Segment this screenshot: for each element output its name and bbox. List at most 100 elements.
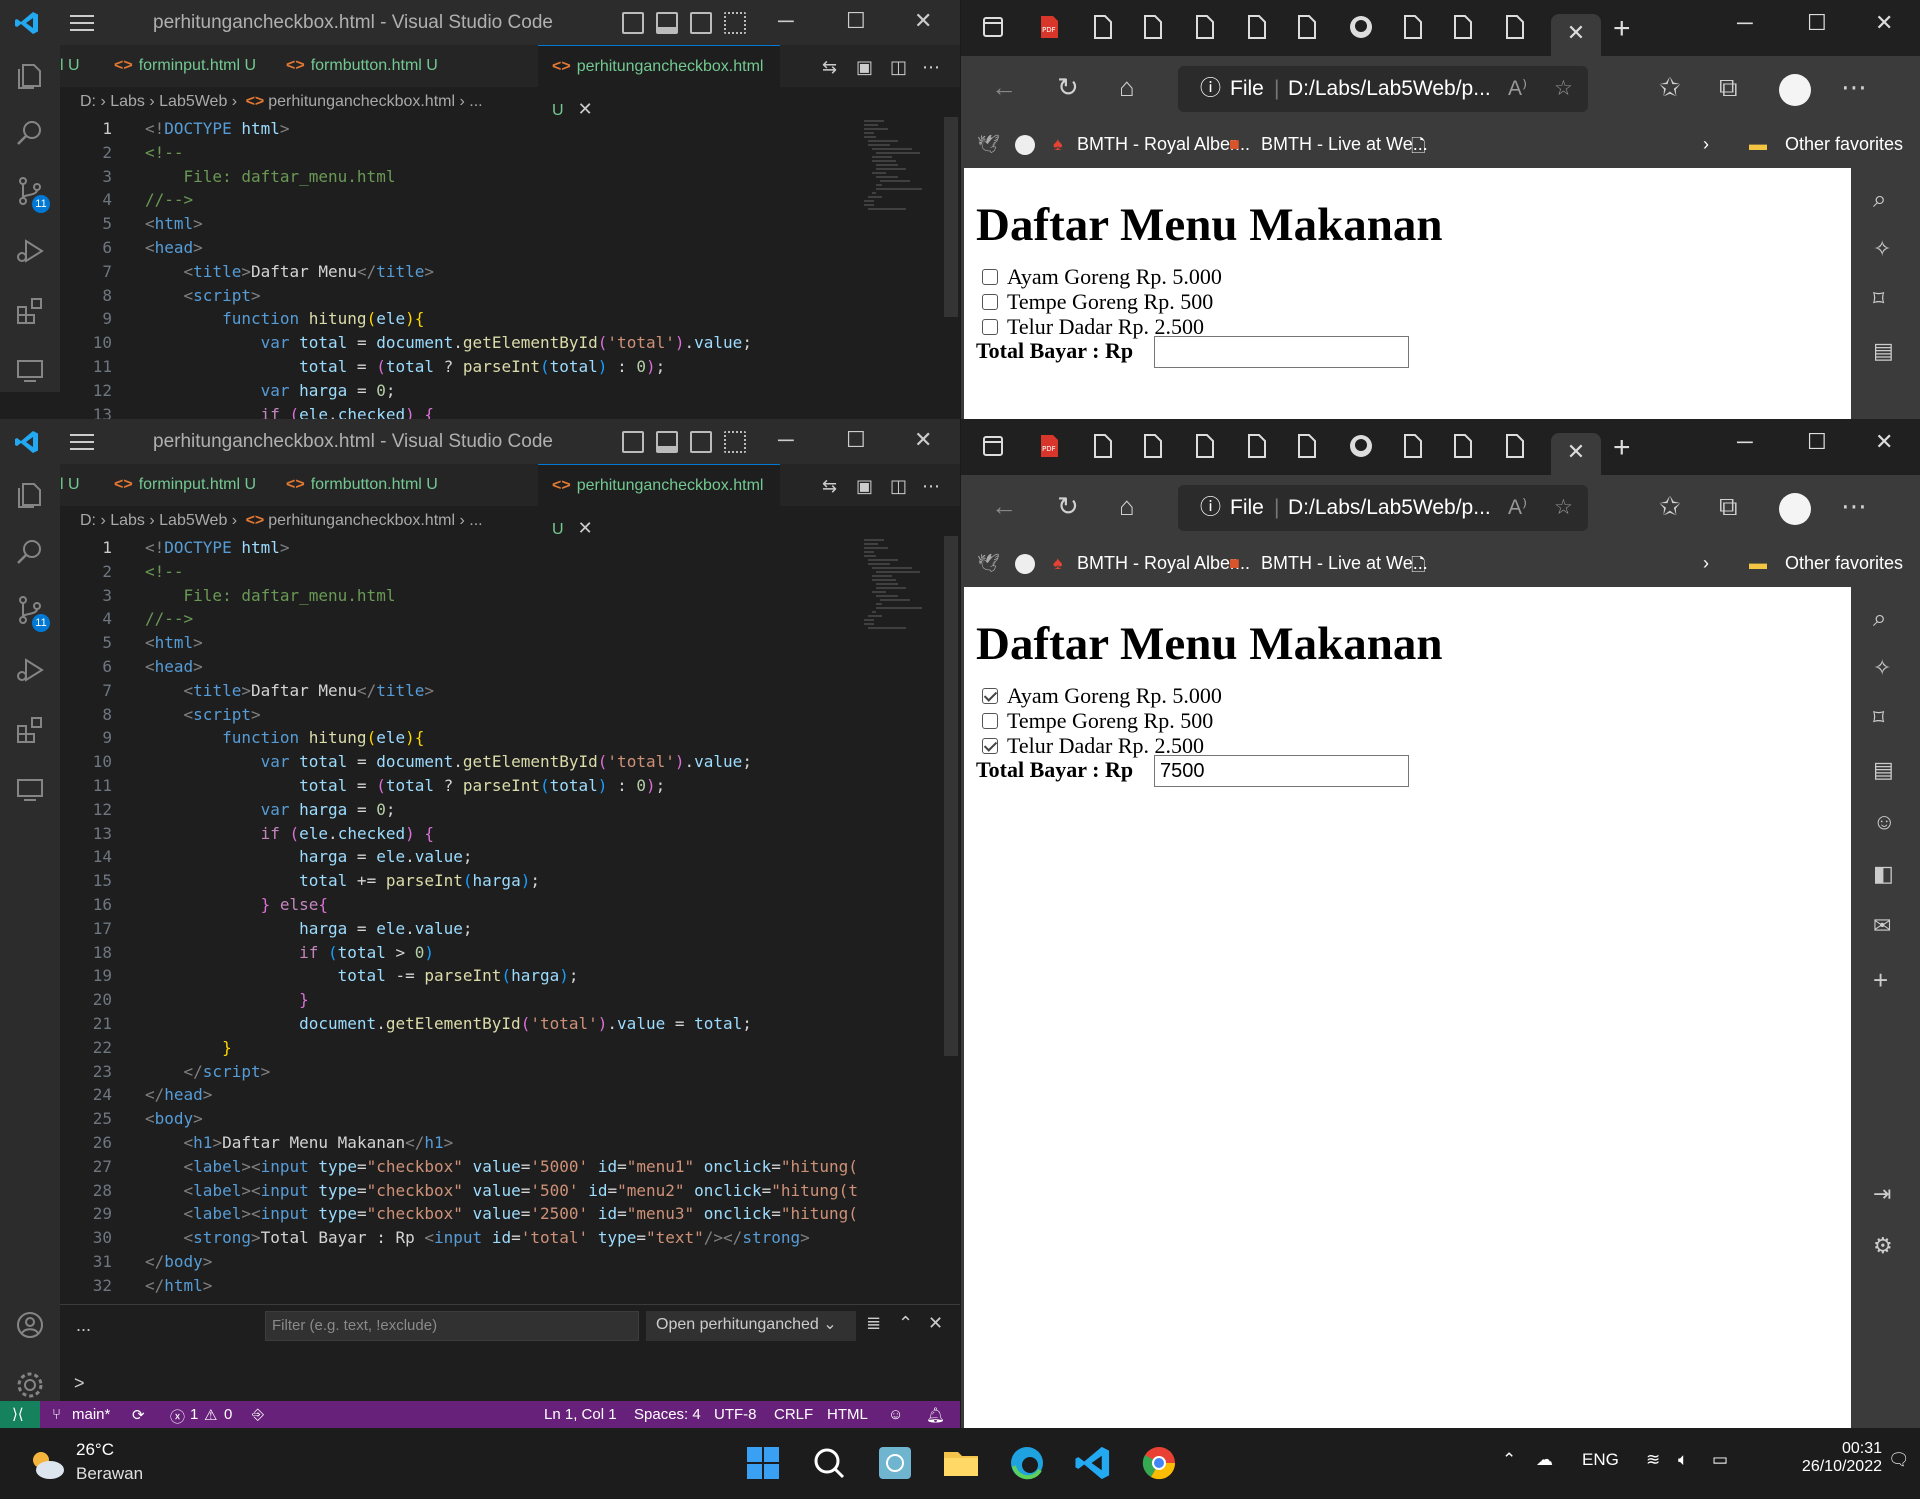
accounts-icon[interactable] <box>14 1309 46 1341</box>
page-tab-icon[interactable] <box>1297 434 1317 458</box>
tools-briefcase-icon[interactable]: ▤ <box>1873 338 1899 364</box>
code-line[interactable]: 3 File: daftar_menu.html <box>60 584 860 608</box>
close-button[interactable]: ✕ <box>1875 429 1893 455</box>
code-line[interactable]: 9 function hitung(ele){ <box>60 307 860 331</box>
favorite-item[interactable]: BMTH - Live at We... <box>1261 134 1428 155</box>
close-panel-icon[interactable]: ✕ <box>928 1313 943 1334</box>
page-favorite-icon[interactable]: 🗋 <box>1411 553 1425 583</box>
page-tab-icon[interactable] <box>1453 434 1473 458</box>
error-count[interactable]: 1 <box>190 1406 198 1423</box>
minimize-button[interactable]: ─ <box>1737 429 1753 455</box>
volume-icon[interactable]: 🔈︎ <box>1678 1450 1688 1470</box>
maximize-panel-icon[interactable]: ⌃ <box>898 1313 913 1334</box>
code-line[interactable]: 30 <strong>Total Bayar : Rp <input id='t… <box>60 1226 860 1250</box>
show-hidden-icons-chevron[interactable]: ⌃ <box>1502 1450 1516 1470</box>
github-tab-icon[interactable] <box>1349 434 1373 458</box>
toggle-panel-icon[interactable] <box>656 431 678 453</box>
page-tab-icon[interactable] <box>1093 15 1113 39</box>
customize-layout-icon[interactable] <box>724 431 746 453</box>
toggle-sidebar-icon[interactable] <box>622 12 644 34</box>
collections-icon[interactable]: ⧉ <box>1719 72 1738 104</box>
add-favorite-icon[interactable]: ☆ <box>1554 485 1573 531</box>
code-line[interactable]: 17 harga = ele.value; <box>60 917 860 941</box>
run-debug-icon[interactable] <box>14 654 46 686</box>
explorer-icon[interactable] <box>14 479 46 511</box>
code-line[interactable]: 25 <body> <box>60 1107 860 1131</box>
breadcrumb-item[interactable]: Labs <box>110 93 145 110</box>
code-line[interactable]: 3 File: daftar_menu.html <box>60 165 860 189</box>
search-icon[interactable] <box>810 1444 848 1482</box>
onedrive-cloud-icon[interactable]: ☁ <box>1536 1450 1553 1470</box>
checkbox-menu3[interactable] <box>982 319 998 335</box>
add-sidebar-app-icon[interactable]: + <box>1873 965 1899 995</box>
sync-icon[interactable]: ⟳ <box>132 1406 145 1424</box>
checkbox-menu2[interactable] <box>982 713 998 729</box>
maximize-button[interactable]: ☐ <box>846 427 866 453</box>
breadcrumb-item[interactable]: ... <box>469 512 482 529</box>
new-tab-button[interactable]: + <box>1613 431 1631 465</box>
toggle-secondary-sidebar-icon[interactable] <box>690 431 712 453</box>
code-line[interactable]: 22 } <box>60 1036 860 1060</box>
compare-changes-icon[interactable]: ⇆ <box>822 476 837 497</box>
code-line[interactable]: 12 var harga = 0; <box>60 798 860 822</box>
weather-temperature[interactable]: 26°C <box>76 1440 114 1460</box>
bird-favorite-icon[interactable]: 🕊︎ <box>977 134 1000 155</box>
page-tab-icon[interactable] <box>1403 434 1423 458</box>
branch-name[interactable]: main* <box>72 1406 110 1423</box>
feedback-icon[interactable]: ☺ <box>888 1406 903 1423</box>
page-tab-icon[interactable] <box>1247 15 1267 39</box>
collections-icon[interactable]: ⧉ <box>1719 491 1738 523</box>
code-line[interactable]: 21 document.getElementById('total').valu… <box>60 1012 860 1036</box>
home-icon[interactable]: ⌂ <box>1119 72 1135 103</box>
widgets-icon[interactable] <box>876 1444 914 1482</box>
encoding[interactable]: UTF-8 <box>714 1406 757 1423</box>
code-line[interactable]: 9 function hitung(ele){ <box>60 726 860 750</box>
tab-perhitungancheckbox[interactable]: <> perhitungancheckbox.html U ✕ <box>538 464 780 538</box>
hamburger-menu-icon[interactable] <box>70 14 94 32</box>
weather-cloudy-icon[interactable] <box>26 1446 66 1482</box>
code-line[interactable]: 31 </body> <box>60 1250 860 1274</box>
code-line[interactable]: 7 <title>Daftar Menu</title> <box>60 679 860 703</box>
notification-center-icon[interactable]: 🗨︎ <box>1888 1450 1910 1470</box>
editor-scrollbar[interactable] <box>944 536 958 1056</box>
minimap[interactable] <box>860 536 942 636</box>
total-input[interactable] <box>1154 336 1409 368</box>
sidebar-settings-gear-icon[interactable]: ⚙ <box>1873 1233 1899 1259</box>
address-url[interactable]: D:/Labs/Lab5Web/p... <box>1288 485 1491 531</box>
pdf-tab-icon[interactable]: PDF <box>1039 15 1059 39</box>
code-editor[interactable]: 1 <!DOCTYPE html> 2 <!-- 3 File: daftar_menu… <box>60 536 860 1298</box>
code-line[interactable]: 15 total += parseInt(harga); <box>60 869 860 893</box>
favorite-item[interactable]: BMTH - Royal Alber... <box>1077 553 1250 574</box>
split-editor-icon[interactable]: ◫ <box>890 57 907 78</box>
page-tab-icon[interactable] <box>1143 434 1163 458</box>
code-line[interactable]: 1 <!DOCTYPE html> <box>60 117 860 141</box>
address-bar[interactable]: ⓘ File | D:/Labs/Lab5Web/p... A⁾ ☆ <box>1178 485 1588 531</box>
panel-more-actions[interactable]: ... <box>76 1315 91 1336</box>
code-line[interactable]: 8 <script> <box>60 284 860 308</box>
end-of-line[interactable]: CRLF <box>774 1406 813 1423</box>
other-favorites[interactable]: Other favorites <box>1785 134 1903 155</box>
menu-item-1[interactable]: Ayam Goreng Rp. 5.000 <box>982 264 1222 290</box>
customize-layout-icon[interactable] <box>724 12 746 34</box>
code-line[interactable]: 29 <label><input type="checkbox" value='… <box>60 1202 860 1226</box>
panel-output-select[interactable]: Open perhitunganched ⌄ <box>646 1311 856 1341</box>
run-debug-icon[interactable] <box>14 235 46 267</box>
code-line[interactable]: 5 <html> <box>60 212 860 236</box>
open-preview-icon[interactable]: ▣ <box>856 476 873 497</box>
add-favorite-icon[interactable]: ☆ <box>1554 66 1573 112</box>
compare-changes-icon[interactable]: ⇆ <box>822 57 837 78</box>
back-arrow-icon[interactable]: ← <box>991 491 1017 522</box>
code-line[interactable]: 14 harga = ele.value; <box>60 845 860 869</box>
maximize-button[interactable]: ☐ <box>846 8 866 34</box>
tab-forminput[interactable]: <> forminput.html U <box>100 464 272 506</box>
input-language[interactable]: ENG <box>1582 1450 1619 1470</box>
outlook-icon[interactable]: ✉ <box>1873 913 1899 939</box>
hamburger-menu-icon[interactable] <box>70 433 94 451</box>
edge-browser-icon[interactable] <box>1008 1444 1046 1482</box>
menu-item-1[interactable]: Ayam Goreng Rp. 5.000 <box>982 683 1222 709</box>
explorer-icon[interactable] <box>14 60 46 92</box>
tools-briefcase-icon[interactable]: ▤ <box>1873 757 1899 783</box>
tab-perhitungancheckbox[interactable]: <> perhitungancheckbox.html U ✕ <box>538 45 780 119</box>
profile-avatar[interactable] <box>1779 493 1811 525</box>
tab-forminput[interactable]: <> forminput.html U <box>100 45 272 87</box>
